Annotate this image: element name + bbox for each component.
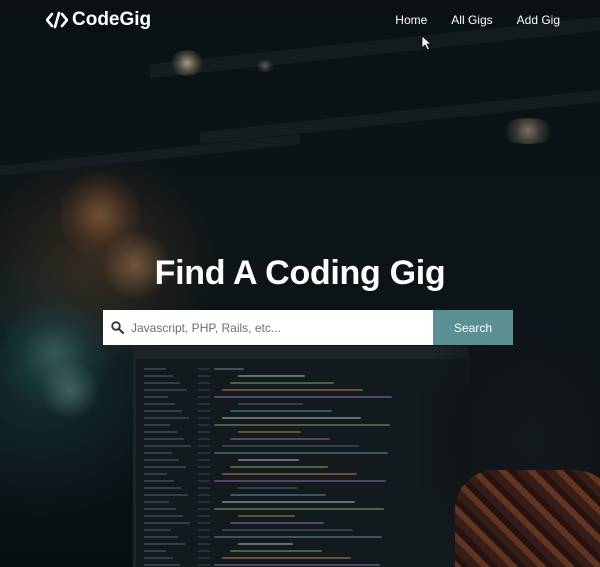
hero-title: Find A Coding Gig: [154, 254, 446, 292]
nav-link-home[interactable]: Home: [395, 13, 427, 27]
navbar: CodeGig Home All Gigs Add Gig: [0, 0, 600, 42]
search-form: Search: [103, 310, 513, 345]
search-icon: [111, 321, 124, 334]
brand-logo[interactable]: CodeGig: [46, 9, 151, 31]
mouse-cursor-icon: [421, 35, 433, 51]
brand-name: CodeGig: [72, 9, 152, 30]
nav-links: Home All Gigs Add Gig: [371, 13, 560, 27]
nav-link-all-gigs[interactable]: All Gigs: [451, 13, 492, 27]
search-box: [103, 310, 433, 345]
search-button[interactable]: Search: [433, 310, 513, 345]
search-input[interactable]: [103, 310, 433, 345]
nav-link-add-gig[interactable]: Add Gig: [517, 13, 560, 27]
code-brackets-icon: [46, 11, 68, 29]
